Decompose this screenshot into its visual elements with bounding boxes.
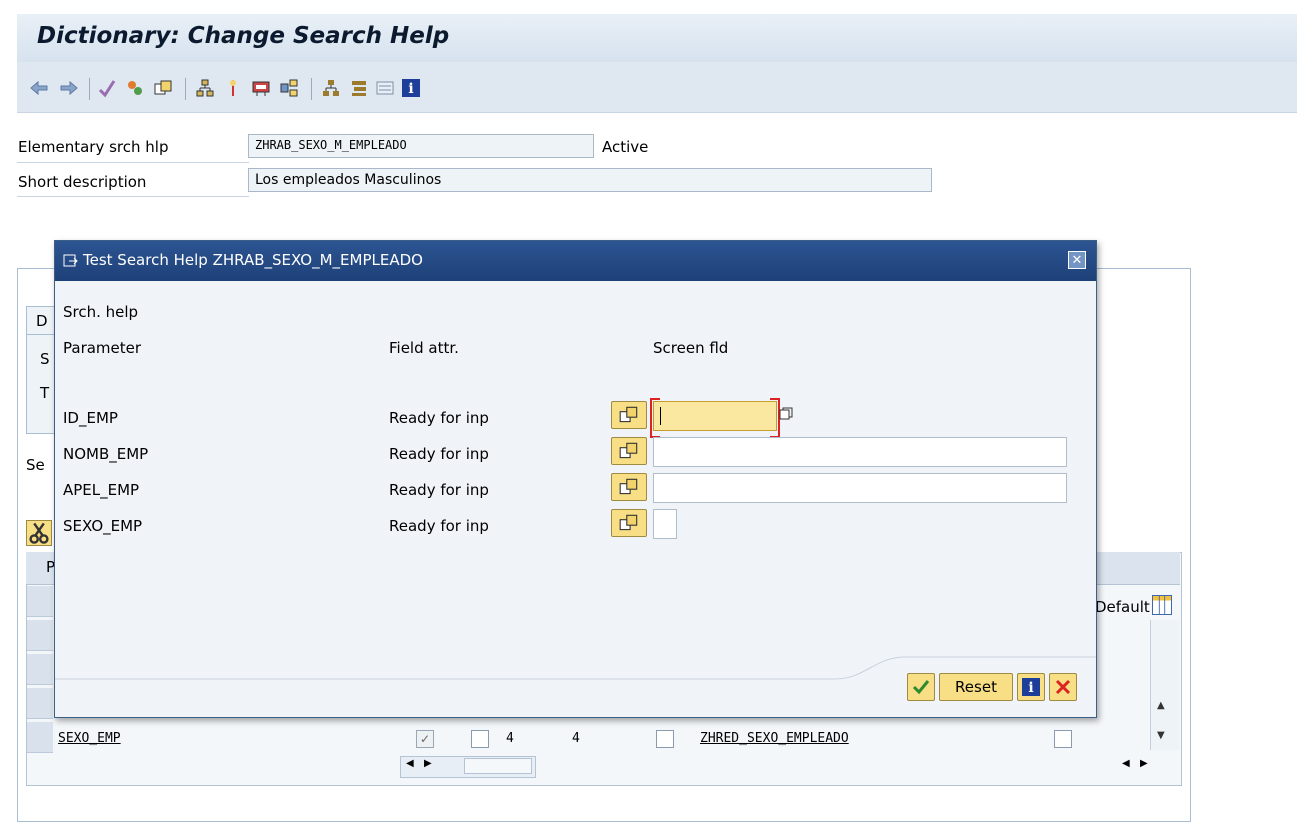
value-help-icon: [619, 514, 638, 531]
field-attr-column-header: Field attr.: [389, 339, 459, 357]
scroll-left-icon[interactable]: ◀: [1122, 758, 1130, 769]
screen-field-id-emp[interactable]: [650, 398, 780, 438]
attr-sexo-emp: Ready for inp: [389, 517, 489, 535]
grid-checkbox-checked[interactable]: ✓: [416, 730, 434, 748]
display-navigation-window-icon[interactable]: [251, 78, 271, 98]
param-nomb-emp: NOMB_EMP: [63, 445, 149, 463]
maximize-field-icon[interactable]: [779, 407, 793, 421]
info-button[interactable]: i: [1017, 673, 1045, 701]
srch-help-label: Srch. help: [63, 303, 139, 321]
value-help-button-sexo-emp[interactable]: [611, 509, 647, 537]
test-search-help-dialog: Test Search Help ZHRAB_SEXO_M_EMPLEADO ✕…: [54, 240, 1097, 718]
background-row-label-1: S: [40, 350, 50, 368]
value-help-icon: [619, 442, 638, 459]
short-description-label: Short description: [18, 173, 147, 191]
grid-checkbox[interactable]: [1054, 730, 1072, 748]
status-text: Active: [602, 138, 649, 156]
cut-button[interactable]: [26, 520, 52, 546]
back-arrow-icon[interactable]: [29, 78, 49, 98]
default-column-header: Default: [1095, 598, 1150, 616]
window-title-bar: Dictionary: Change Search Help: [17, 14, 1297, 63]
elementary-srch-hlp-field[interactable]: ZHRAB_SEXO_M_EMPLEADO: [248, 134, 594, 158]
application-toolbar: i: [17, 62, 1297, 113]
value-help-button-nomb-emp[interactable]: [611, 437, 647, 465]
dialog-title-bar: Test Search Help ZHRAB_SEXO_M_EMPLEADO ✕: [55, 241, 1096, 281]
parameter-column-header: Parameter: [63, 339, 142, 357]
hierarchy-icon[interactable]: [321, 78, 341, 98]
row-selector[interactable]: [27, 654, 53, 685]
row-selector[interactable]: [27, 620, 53, 651]
grid-cell-param[interactable]: SEXO_EMP: [58, 731, 121, 746]
attr-nomb-emp: Ready for inp: [389, 445, 489, 463]
dialog-window-icon: [63, 254, 78, 267]
screen-field-apel-emp[interactable]: [653, 473, 1067, 503]
close-icon[interactable]: ✕: [1068, 251, 1086, 269]
scroll-right-icon[interactable]: ▶: [1140, 758, 1148, 769]
grid-checkbox[interactable]: [471, 730, 489, 748]
row-selector[interactable]: [27, 586, 53, 617]
scissors-icon: [29, 522, 49, 544]
window-title: Dictionary: Change Search Help: [37, 23, 450, 49]
screen-field-nomb-emp[interactable]: [653, 437, 1067, 467]
activate-icon[interactable]: [125, 78, 145, 98]
where-used-icon[interactable]: [195, 78, 215, 98]
grid-cell-len1: 4: [506, 731, 514, 746]
scroll-up-icon[interactable]: ▲: [1157, 700, 1165, 711]
short-description-field[interactable]: Los empleados Masculinos: [248, 168, 932, 192]
background-tab-label: D: [36, 312, 48, 330]
value-help-icon: [619, 478, 638, 495]
test-icon[interactable]: [153, 78, 173, 98]
scrollbar-thumb[interactable]: [464, 758, 532, 774]
network-icon[interactable]: [279, 78, 299, 98]
info-icon[interactable]: i: [401, 78, 421, 98]
continue-button[interactable]: [907, 673, 935, 701]
param-id-emp: ID_EMP: [63, 409, 118, 427]
background-section-label: Se: [26, 456, 45, 474]
grid-cell-len2: 4: [572, 731, 580, 746]
row-selector[interactable]: [27, 688, 53, 719]
cancel-icon: [1055, 679, 1071, 695]
value-help-button-id-emp[interactable]: [611, 401, 647, 429]
scroll-right-icon[interactable]: ▶: [424, 758, 432, 769]
cancel-button[interactable]: [1049, 673, 1077, 701]
row-selector[interactable]: [27, 722, 53, 753]
list-icon[interactable]: [375, 78, 395, 98]
param-apel-emp: APEL_EMP: [63, 481, 140, 499]
column-config-icon[interactable]: [1152, 595, 1172, 615]
screen-fld-column-header: Screen fld: [653, 339, 729, 357]
dialog-title: Test Search Help ZHRAB_SEXO_M_EMPLEADO: [83, 251, 423, 269]
screen-field-sexo-emp[interactable]: [653, 509, 677, 539]
check-object-icon[interactable]: [97, 78, 117, 98]
scroll-left-icon[interactable]: ◀: [406, 758, 414, 769]
info-icon: i: [1022, 678, 1040, 696]
value-help-button-apel-emp[interactable]: [611, 473, 647, 501]
svg-text:i: i: [408, 81, 413, 97]
param-sexo-emp: SEXO_EMP: [63, 517, 143, 535]
reset-button[interactable]: Reset: [939, 673, 1013, 701]
scroll-down-icon[interactable]: ▼: [1157, 730, 1165, 741]
value-help-icon: [619, 406, 638, 423]
display-object-list-icon[interactable]: [223, 78, 243, 98]
grid-checkbox[interactable]: [656, 730, 674, 748]
attr-apel-emp: Ready for inp: [389, 481, 489, 499]
attr-id-emp: Ready for inp: [389, 409, 489, 427]
background-row-label-2: T: [40, 384, 50, 402]
structure-icon[interactable]: [349, 78, 369, 98]
forward-arrow-icon[interactable]: [59, 78, 79, 98]
svg-text:i: i: [1028, 680, 1033, 696]
elementary-srch-hlp-label: Elementary srch hlp: [18, 138, 169, 156]
grid-cell-data-element[interactable]: ZHRED_SEXO_EMPLEADO: [700, 731, 849, 746]
checkmark-icon: [912, 680, 930, 695]
